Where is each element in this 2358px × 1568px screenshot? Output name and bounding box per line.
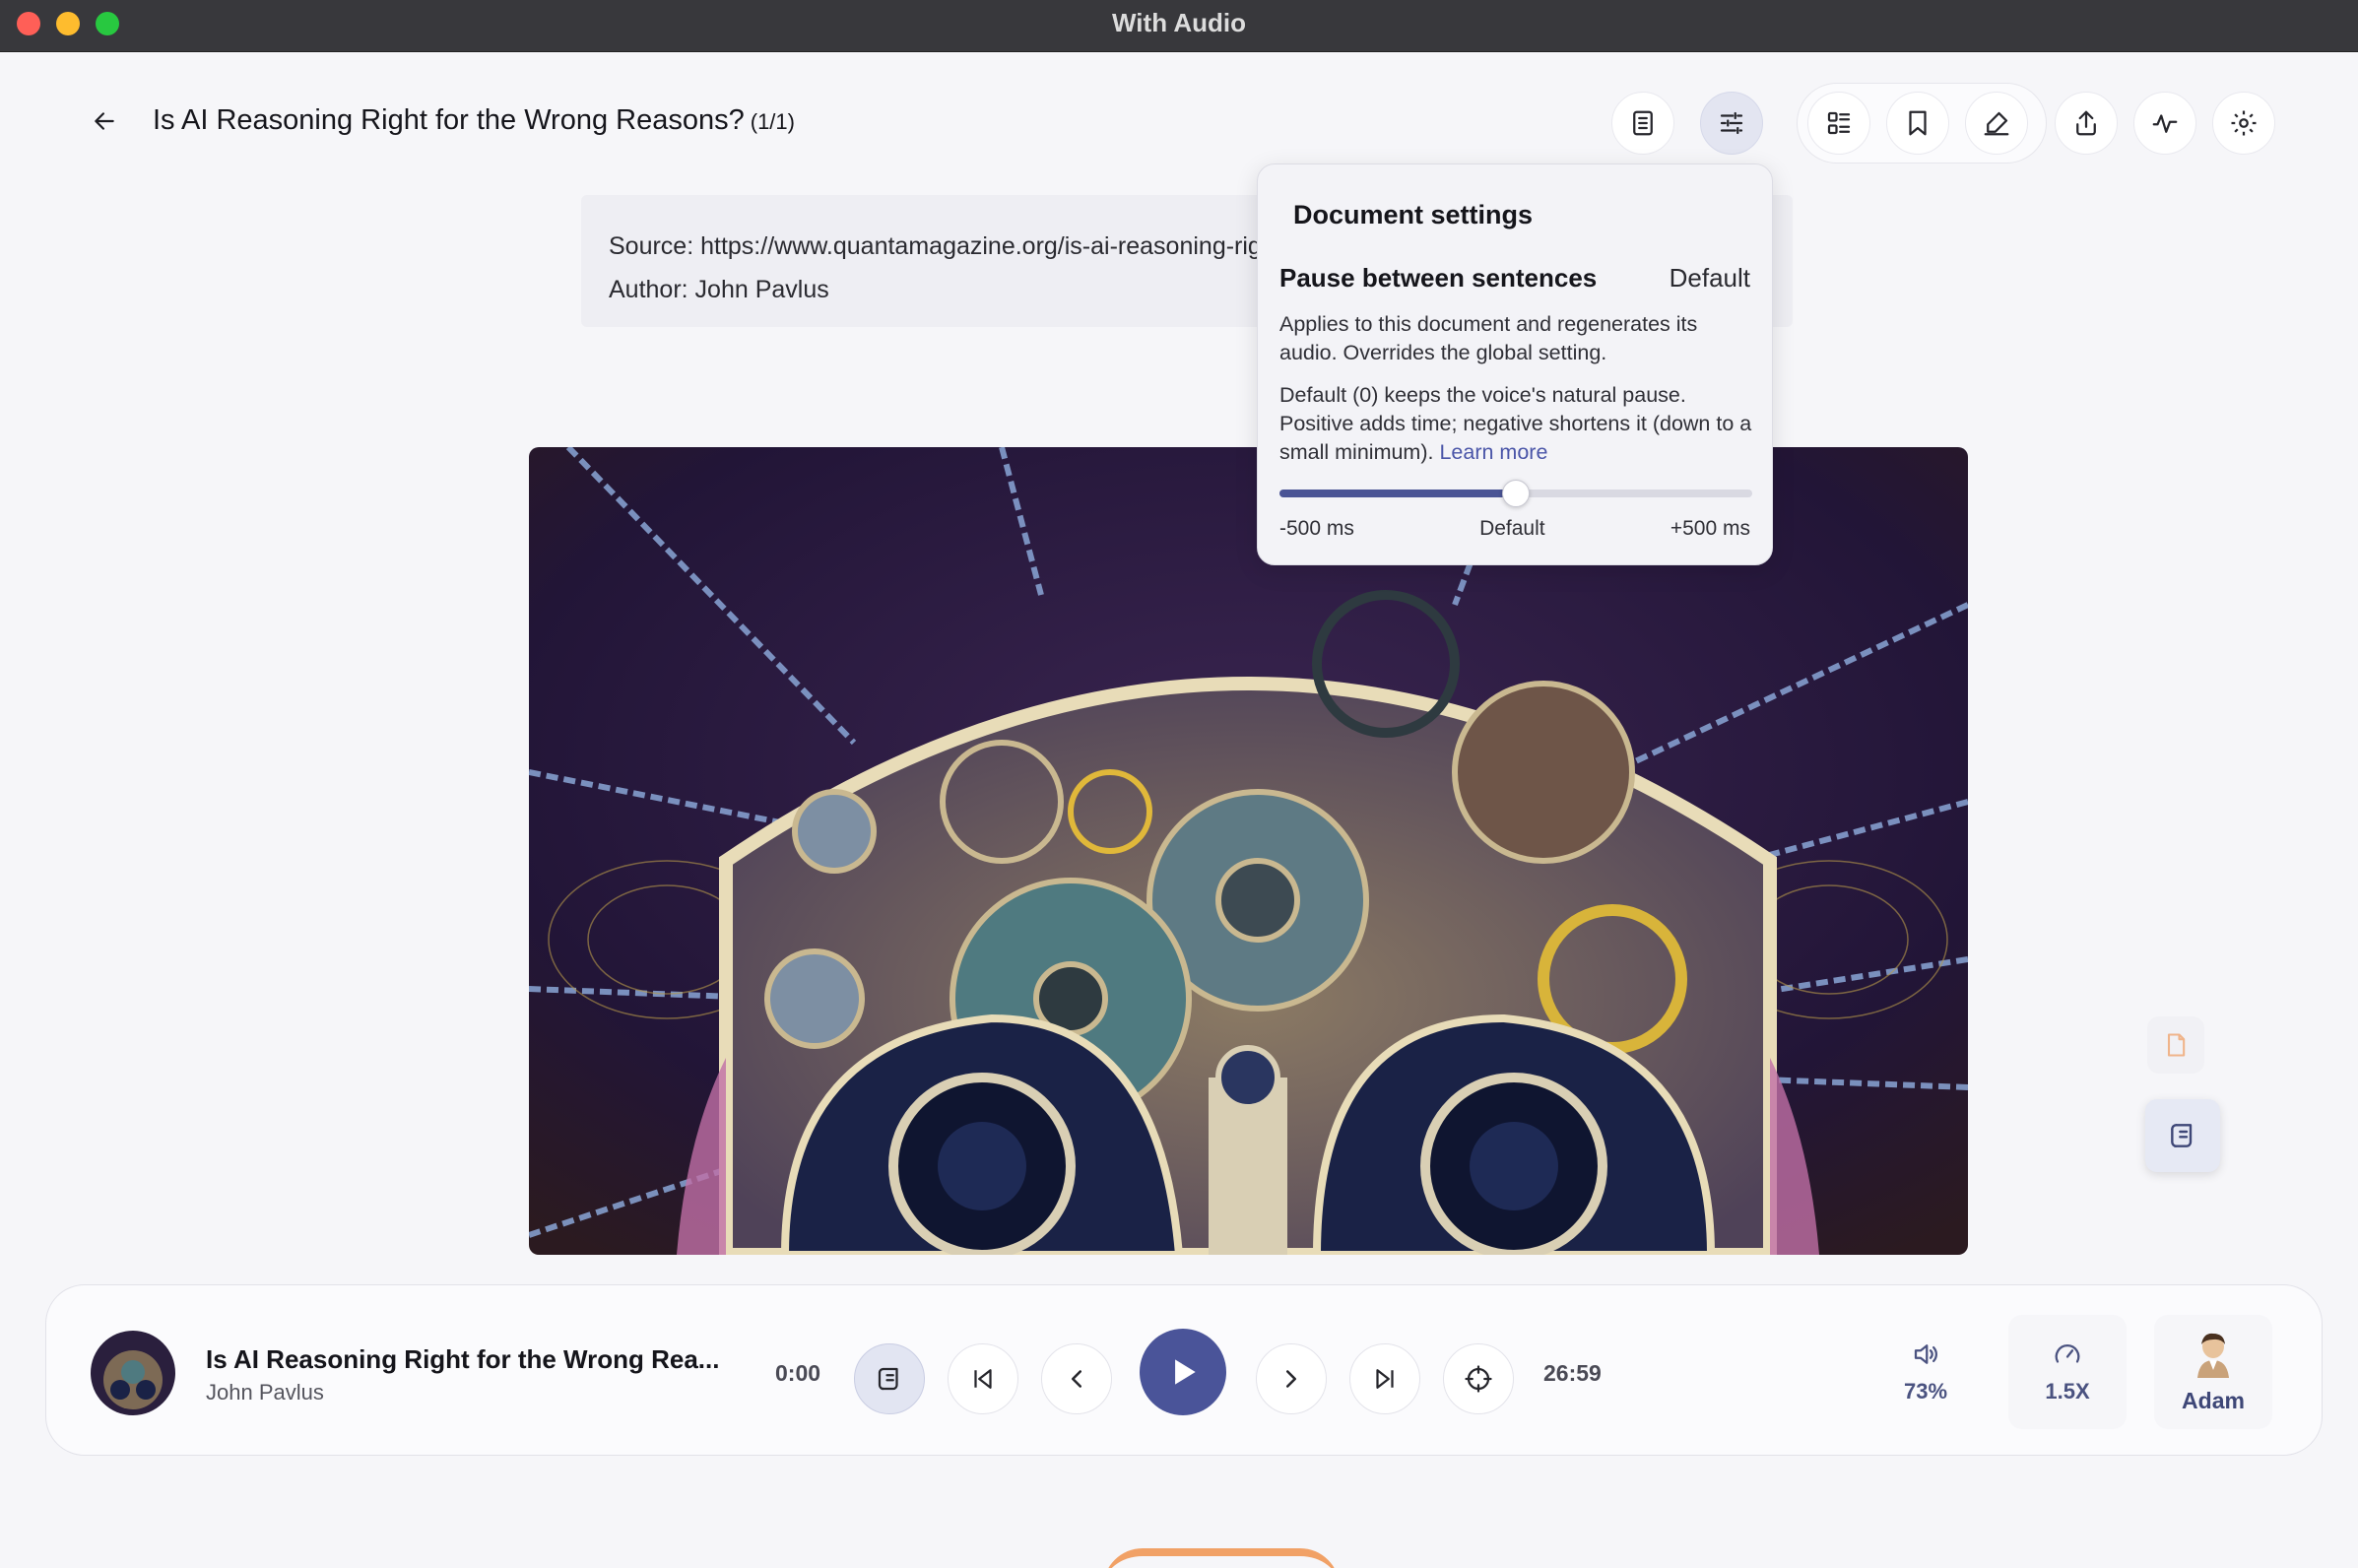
total-duration: 26:59	[1543, 1360, 1602, 1386]
skip-back-icon	[974, 1369, 992, 1389]
reader-view-button[interactable]	[1611, 92, 1674, 155]
popover-title: Document settings	[1293, 200, 1534, 229]
share-icon	[2076, 110, 2096, 136]
arrow-left-icon	[95, 112, 114, 130]
outline-button[interactable]	[1807, 92, 1870, 155]
toolbar-group-annotate	[1797, 83, 2047, 163]
settings-button[interactable]	[2212, 92, 2275, 155]
waveform-icon	[2152, 114, 2178, 133]
document-settings-button[interactable]	[1700, 92, 1763, 155]
popover-description-1: Applies to this document and regenerates…	[1279, 312, 1698, 364]
volume-value: 73%	[1903, 1379, 1948, 1404]
voice-name: Adam	[2182, 1387, 2245, 1413]
pause-slider-labels: -500 ms Default +500 ms	[1279, 517, 1750, 541]
scroll-text-icon	[878, 1367, 898, 1391]
sliders-icon	[1720, 111, 1743, 135]
elapsed-time: 0:00	[775, 1360, 821, 1386]
gear-icon	[2231, 110, 2257, 136]
speed-control[interactable]: 1.5X	[2008, 1315, 2127, 1429]
chevron-right-icon	[1286, 1370, 1296, 1388]
document-title: Is AI Reasoning Right for the Wrong Reas…	[153, 104, 745, 136]
slider-min-label: -500 ms	[1279, 517, 1354, 540]
toolbar-group-actions	[2055, 83, 2301, 163]
player-title: Is AI Reasoning Right for the Wrong Rea.…	[206, 1344, 720, 1374]
skip-to-start-button[interactable]	[948, 1343, 1018, 1414]
page-title: Is AI Reasoning Right for the Wrong Reas…	[153, 104, 795, 137]
volume-icon	[1914, 1344, 1937, 1364]
transcript-toggle-button[interactable]	[854, 1343, 925, 1414]
content-peek-decoration	[1103, 1548, 1340, 1568]
pause-slider-thumb[interactable]	[1502, 480, 1530, 507]
player-cover-art	[91, 1331, 175, 1415]
document-count: (1/1)	[750, 109, 795, 134]
play-icon	[1175, 1359, 1196, 1385]
bookmark-icon	[1909, 110, 1927, 136]
pause-setting-value: Default	[1669, 263, 1750, 293]
gauge-icon	[2055, 1344, 2080, 1363]
share-button[interactable]	[2055, 92, 2118, 155]
page-view-button[interactable]	[2147, 1016, 2204, 1074]
slider-max-label: +500 ms	[1670, 517, 1750, 540]
outline-icon	[1827, 111, 1851, 135]
pause-slider-fill	[1279, 490, 1516, 497]
document-settings-popover: Document settings Pause between sentence…	[1257, 163, 1773, 565]
back-button[interactable]	[87, 103, 122, 139]
crosshair-icon	[1465, 1365, 1492, 1393]
speed-value: 1.5X	[2045, 1379, 2090, 1404]
page-icon	[2167, 1033, 2186, 1057]
audio-player: Is AI Reasoning Right for the Wrong Rea.…	[45, 1284, 2323, 1456]
pause-setting-row: Pause between sentences Default	[1279, 263, 1750, 294]
window-titlebar: With Audio	[0, 0, 2358, 52]
document-icon	[1633, 110, 1653, 136]
skip-to-end-button[interactable]	[1349, 1343, 1420, 1414]
locate-current-button[interactable]	[1443, 1343, 1514, 1414]
scroll-text-icon	[2171, 1124, 2193, 1147]
article-hero-image	[529, 447, 1968, 1255]
voice-selector[interactable]: Adam	[2154, 1315, 2272, 1429]
volume-control[interactable]: 73%	[1867, 1315, 1985, 1429]
pause-setting-label: Pause between sentences	[1279, 263, 1598, 293]
avatar	[2197, 1333, 2229, 1378]
activity-button[interactable]	[2133, 92, 2196, 155]
transcript-view-button[interactable]	[2145, 1099, 2220, 1172]
player-author: John Pavlus	[206, 1380, 324, 1405]
bookmark-button[interactable]	[1886, 92, 1949, 155]
highlight-button[interactable]	[1965, 92, 2028, 155]
window-title: With Audio	[1112, 8, 1246, 37]
highlight-icon	[1984, 111, 2009, 136]
pause-slider[interactable]	[1279, 480, 1752, 507]
next-sentence-button[interactable]	[1256, 1343, 1327, 1414]
skip-forward-icon	[1376, 1369, 1394, 1389]
slider-mid-label: Default	[1479, 517, 1545, 540]
learn-more-link[interactable]: Learn more	[1439, 440, 1547, 464]
play-button[interactable]	[1140, 1329, 1226, 1415]
chevron-left-icon	[1072, 1370, 1081, 1388]
previous-sentence-button[interactable]	[1041, 1343, 1112, 1414]
toolbar-group-view	[1611, 83, 1789, 163]
popover-description-2: Default (0) keeps the voice's natural pa…	[1279, 381, 1754, 467]
